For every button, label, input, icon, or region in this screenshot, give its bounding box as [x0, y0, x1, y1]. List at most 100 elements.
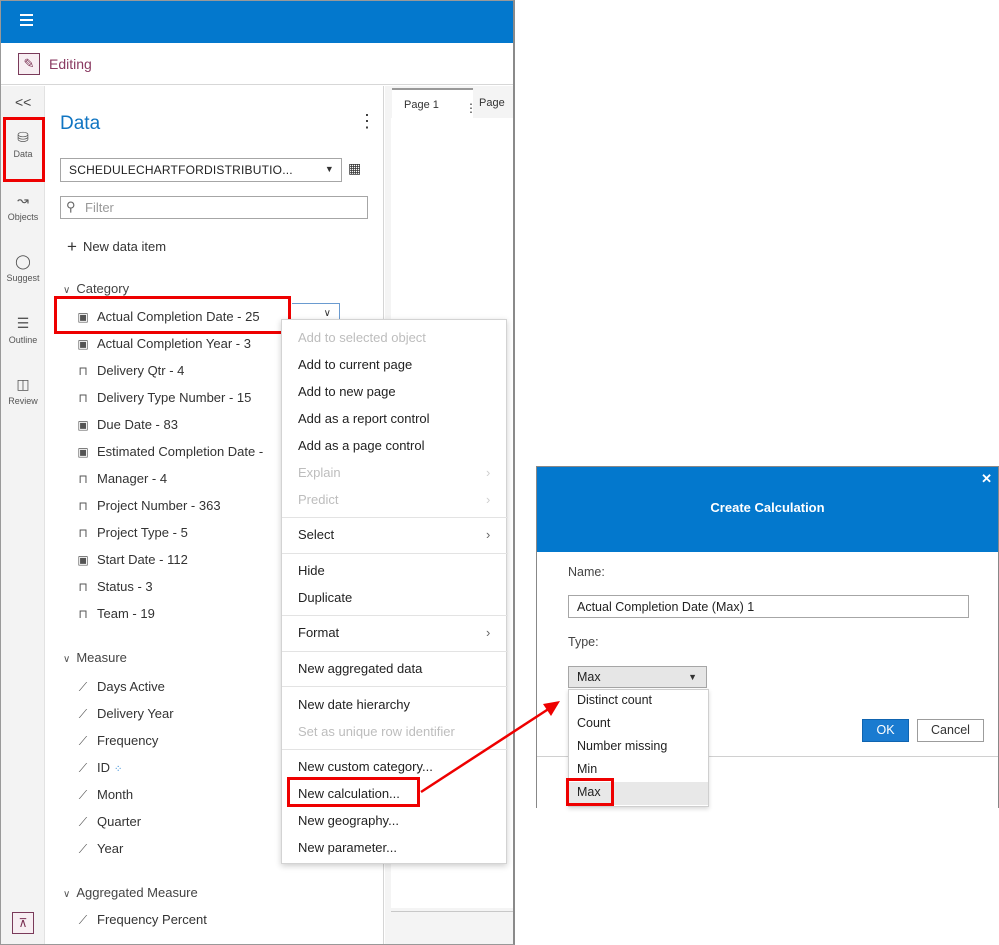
field-estimated-completion-date[interactable]: ▣ Estimated Completion Date - [75, 444, 263, 466]
field-delivery-qtr[interactable]: ⊓ Delivery Qtr - 4 [75, 363, 184, 385]
field-label: Delivery Year [97, 706, 174, 721]
menu-separator [282, 686, 508, 687]
ruler-icon: ⟋ [78, 788, 88, 802]
category-icon: ⊓ [78, 607, 88, 621]
chevron-down-icon: ∨ [63, 285, 71, 296]
menu-item-new-aggregated-data[interactable]: New aggregated data [298, 661, 422, 676]
field-year[interactable]: ⟋ Year [75, 841, 123, 863]
ok-button[interactable]: OK [862, 719, 909, 742]
field-quarter[interactable]: ⟋ Quarter [75, 814, 141, 836]
filter-input[interactable]: Filter [60, 196, 368, 219]
pencil-icon[interactable]: ✎ [18, 53, 40, 75]
menu-item-add-to-current-page[interactable]: Add to current page [298, 357, 412, 372]
field-start-date[interactable]: ▣ Start Date - 112 [75, 552, 187, 574]
field-status[interactable]: ⊓ Status - 3 [75, 579, 152, 601]
ruler-icon: ⟋ [78, 680, 88, 694]
option-number-missing[interactable]: Number missing [569, 736, 708, 759]
cancel-button[interactable]: Cancel [917, 719, 984, 742]
menu-separator [282, 517, 508, 518]
field-label: Days Active [97, 679, 165, 694]
highlight-box [287, 777, 420, 807]
new-data-item-button[interactable]: + New data item [67, 237, 166, 257]
table-icon[interactable]: ▦ [348, 160, 361, 177]
group-label: Category [76, 281, 130, 296]
tab-options-icon[interactable]: ⋮ [465, 101, 477, 115]
more-options-icon[interactable]: ⋮ [358, 112, 376, 130]
menu-item-add-as-report-control[interactable]: Add as a report control [298, 411, 430, 426]
tab-page-2[interactable]: Page [479, 88, 505, 118]
menu-item-add-to-new-page[interactable]: Add to new page [298, 384, 396, 399]
calendar-icon: ▣ [77, 553, 89, 567]
name-input[interactable] [568, 595, 969, 618]
calendar-icon: ▣ [77, 445, 89, 459]
menu-item-add-to-selected-object: Add to selected object [298, 330, 426, 345]
field-label: Quarter [97, 814, 142, 829]
rail-item-outline[interactable]: ☰ Outline [1, 315, 45, 345]
field-label: Team - 19 [97, 606, 155, 621]
chevron-right-icon: › [486, 492, 491, 507]
tab-page-1[interactable]: Page 1 ⋮ [392, 88, 477, 118]
close-icon[interactable]: ✕ [981, 471, 992, 487]
menu-item-select[interactable]: Select [298, 527, 334, 542]
rail-item-label: Suggest [6, 273, 40, 283]
field-project-number[interactable]: ⊓ Project Number - 363 [75, 498, 220, 520]
group-header-aggregated-measure[interactable]: ∨ Aggregated Measure [63, 885, 198, 900]
highlight-box [3, 117, 45, 182]
menu-item-new-parameter[interactable]: New parameter... [298, 840, 397, 855]
filter-placeholder: Filter [85, 200, 114, 215]
field-label: Delivery Qtr - 4 [97, 363, 185, 378]
data-source-select[interactable]: SCHEDULECHARTFORDISTRIBUTIO... ▼ [60, 158, 342, 182]
menu-item-hide[interactable]: Hide [298, 563, 325, 578]
field-delivery-year[interactable]: ⟋ Delivery Year [75, 706, 174, 728]
group-header-measure[interactable]: ∨ Measure [63, 650, 127, 665]
field-team[interactable]: ⊓ Team - 19 [75, 606, 155, 628]
category-icon: ⊓ [78, 391, 88, 405]
type-label: Type: [568, 635, 599, 649]
highlight-box [54, 296, 291, 334]
lightbulb-icon: ◯ [15, 253, 31, 269]
menu-item-new-custom-category[interactable]: New custom category... [298, 759, 433, 774]
category-icon: ⊓ [78, 526, 88, 540]
menu-item-duplicate[interactable]: Duplicate [298, 590, 352, 605]
dialog-header: Create Calculation ✕ [537, 467, 998, 552]
top-bar [1, 1, 513, 43]
data-source-value: SCHEDULECHARTFORDISTRIBUTIO... [69, 163, 293, 177]
option-distinct-count[interactable]: Distinct count [569, 690, 708, 713]
field-label: Manager - 4 [97, 471, 168, 486]
field-project-type[interactable]: ⊓ Project Type - 5 [75, 525, 188, 547]
option-count[interactable]: Count [569, 713, 708, 736]
chevron-right-icon: › [486, 625, 491, 640]
menu-item-new-geography[interactable]: New geography... [298, 813, 399, 828]
menu-item-new-date-hierarchy[interactable]: New date hierarchy [298, 697, 410, 712]
field-frequency[interactable]: ⟋ Frequency [75, 733, 159, 755]
type-select[interactable]: Max ▼ [568, 666, 707, 688]
group-header-category[interactable]: ∨ Category [63, 281, 129, 296]
field-label: Estimated Completion Date - [97, 444, 264, 459]
rail-item-label: Objects [7, 212, 39, 222]
highlight-box [566, 778, 614, 806]
menu-item-add-as-page-control[interactable]: Add as a page control [298, 438, 424, 453]
field-month[interactable]: ⟋ Month [75, 787, 133, 809]
field-due-date[interactable]: ▣ Due Date - 83 [75, 417, 178, 439]
hamburger-menu-icon[interactable] [20, 14, 38, 30]
rail-item-suggest[interactable]: ◯ Suggest [1, 253, 45, 283]
menu-item-format[interactable]: Format [298, 625, 339, 640]
rail-item-review[interactable]: ◫ Review [1, 376, 45, 406]
field-label: Due Date - 83 [97, 417, 178, 432]
field-delivery-type-number[interactable]: ⊓ Delivery Type Number - 15 [75, 390, 251, 412]
rail-item-objects[interactable]: ↝ Objects [1, 192, 45, 222]
ruler-icon: ⟋ [78, 734, 88, 748]
tab-label: Page 1 [404, 99, 439, 111]
field-id[interactable]: ⟋ ID ⁘ [75, 760, 123, 782]
field-manager[interactable]: ⊓ Manager - 4 [75, 471, 167, 493]
review-icon: ◫ [16, 376, 30, 392]
collapse-pane-icon[interactable]: << [15, 94, 31, 110]
mode-label: Editing [49, 56, 92, 72]
field-actual-completion-year[interactable]: ▣ Actual Completion Year - 3 [75, 336, 251, 358]
field-days-active[interactable]: ⟋ Days Active [75, 679, 165, 701]
category-icon: ⊓ [78, 499, 88, 513]
menu-separator [282, 615, 508, 616]
pin-icon[interactable]: ⊼ [12, 912, 34, 934]
calendar-icon: ▣ [77, 418, 89, 432]
field-frequency-percent[interactable]: ⟋ Frequency Percent [75, 912, 207, 934]
